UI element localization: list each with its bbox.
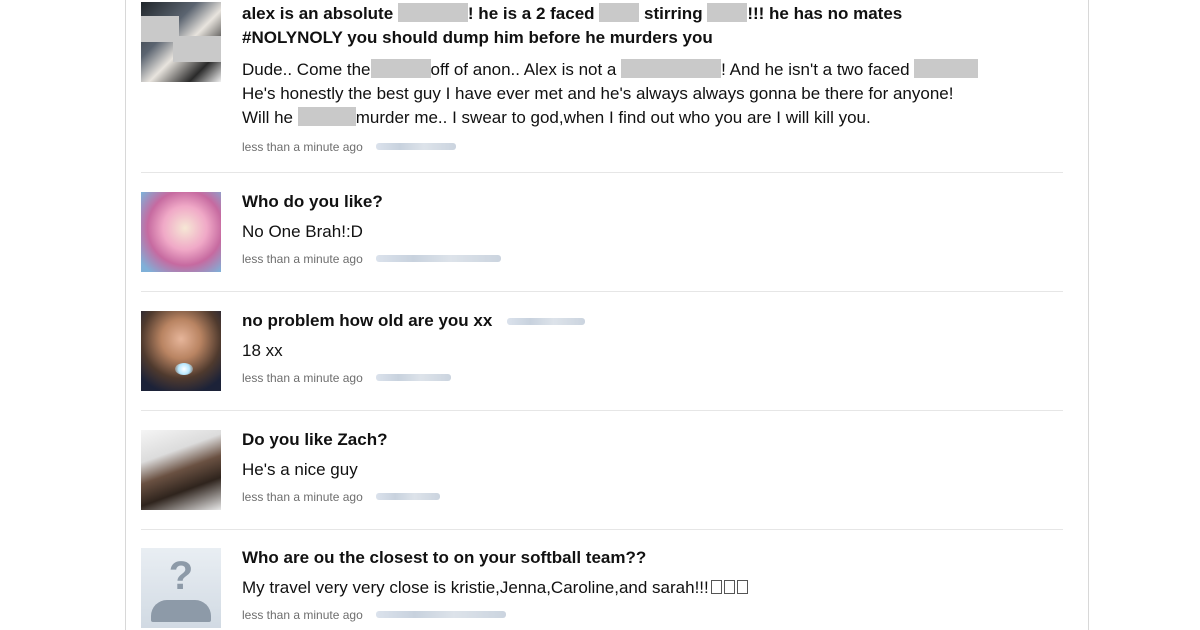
avatar[interactable] xyxy=(141,311,221,391)
blurred-link[interactable] xyxy=(376,493,441,500)
avatar-redaction xyxy=(173,36,221,62)
redaction-bar xyxy=(370,59,431,78)
answer-text: My travel very very close is kristie,Jen… xyxy=(242,576,1063,600)
answer-text: He's a nice guy xyxy=(242,460,358,479)
missing-glyph-icon xyxy=(736,580,748,594)
answer-text: 18 xx xyxy=(242,341,283,360)
blurred-link[interactable] xyxy=(376,255,502,262)
missing-glyph-icon xyxy=(710,580,722,594)
avatar[interactable] xyxy=(141,430,221,510)
redaction-bar xyxy=(599,3,640,22)
item-meta: less than a minute ago xyxy=(242,139,1063,155)
answer-text: No One Brah!:D xyxy=(242,222,363,241)
question-text: Who do you like? xyxy=(242,192,383,211)
item-meta: less than a minute ago xyxy=(242,370,1063,386)
item-meta: less than a minute ago xyxy=(242,251,1063,267)
timestamp[interactable]: less than a minute ago xyxy=(242,140,363,154)
redaction-bar xyxy=(297,107,356,126)
default-avatar[interactable]: ? xyxy=(141,548,221,628)
divider xyxy=(141,291,1063,292)
answer-text: Dude.. Come the off of anon.. Alex is not… xyxy=(242,58,1063,130)
redaction-bar xyxy=(914,59,979,78)
feed-item-content: Who do you like? No One Brah!:D less tha… xyxy=(242,190,1063,267)
timestamp[interactable]: less than a minute ago xyxy=(242,252,363,266)
blurred-link[interactable] xyxy=(376,143,457,150)
redaction-bar xyxy=(621,59,722,78)
avatar[interactable] xyxy=(141,192,221,272)
blurred-link[interactable] xyxy=(376,374,452,381)
question-mark-icon: ? xyxy=(168,554,194,598)
feed-item-content: alex is an absolute ! he is a 2 faced st… xyxy=(242,2,1063,155)
divider xyxy=(141,172,1063,173)
item-meta: less than a minute ago xyxy=(242,489,1063,505)
redaction-bar xyxy=(707,3,748,22)
feed-item-content: Do you like Zach? He's a nice guy less t… xyxy=(242,428,1063,505)
person-silhouette-icon xyxy=(151,600,211,622)
item-meta: less than a minute ago xyxy=(242,607,1063,623)
avatar[interactable] xyxy=(141,2,221,82)
feed-item-content: Who are ou the closest to on your softba… xyxy=(242,546,1063,623)
answers-feed: alex is an absolute ! he is a 2 faced st… xyxy=(125,0,1089,630)
divider xyxy=(141,410,1063,411)
timestamp[interactable]: less than a minute ago xyxy=(242,371,363,385)
question-text: Who are ou the closest to on your softba… xyxy=(242,548,647,567)
timestamp[interactable]: less than a minute ago xyxy=(242,490,363,504)
feed-item-content: no problem how old are you xx 18 xx less… xyxy=(242,309,1063,386)
redaction-bar xyxy=(397,3,468,22)
question-text: alex is an absolute ! he is a 2 faced st… xyxy=(242,3,903,47)
avatar-highlight xyxy=(175,363,193,375)
missing-glyph-icon xyxy=(723,580,735,594)
divider xyxy=(141,529,1063,530)
blurred-link[interactable] xyxy=(376,611,507,618)
question-text: Do you like Zach? xyxy=(242,430,388,449)
question-text: no problem how old are you xx xyxy=(242,309,1063,333)
blurred-link[interactable] xyxy=(507,318,586,325)
timestamp[interactable]: less than a minute ago xyxy=(242,608,363,622)
